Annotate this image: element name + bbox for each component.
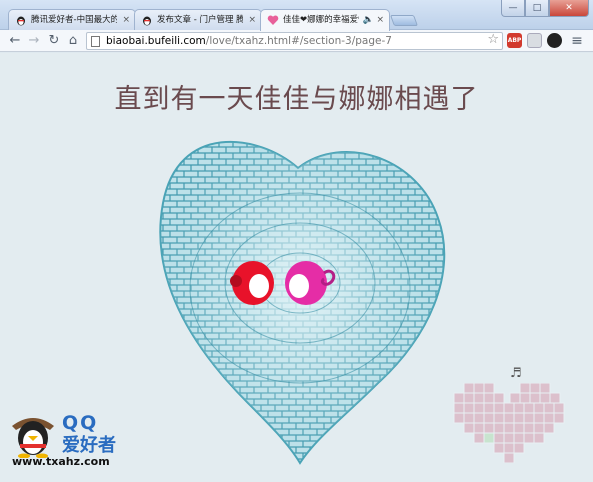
tab-love-story[interactable]: 佳佳❤娜娜的幸福爱情 🔈 ×: [260, 9, 390, 31]
window-close-button[interactable]: ✕: [549, 0, 589, 17]
url-host: biaobai.bufeili.com: [106, 35, 206, 47]
tab-label: 腾讯爱好者-中国最大的QQ: [31, 15, 117, 25]
maximize-button[interactable]: □: [525, 0, 549, 17]
home-button[interactable]: ⌂: [64, 32, 82, 50]
close-icon[interactable]: ×: [122, 10, 130, 30]
tab-txahz[interactable]: 腾讯爱好者-中国最大的QQ ×: [8, 9, 136, 30]
close-icon[interactable]: ×: [248, 10, 256, 30]
extension-icon[interactable]: [527, 33, 542, 48]
site-logo[interactable]: QQ 爱好者 www.txahz.com: [6, 412, 138, 478]
tab-label: 发布文章 - 门户管理 腾讯: [157, 15, 243, 25]
page-icon: [91, 36, 100, 47]
qq-penguin-icon: [143, 16, 151, 26]
audio-playing-icon[interactable]: 🔈: [363, 10, 374, 30]
page-content: 直到有一天佳佳与娜娜相遇了 ♬ QQ 爱好者 www.txahz.com: [0, 53, 593, 482]
forward-button[interactable]: →: [25, 32, 43, 50]
logo-name: 爱好者: [62, 435, 116, 456]
title-bar: 腾讯爱好者-中国最大的QQ × 发布文章 - 门户管理 腾讯 × 佳佳❤娜娜的幸…: [0, 0, 593, 31]
window-controls: — □ ✕: [501, 0, 589, 18]
bookmark-star-icon[interactable]: ☆: [487, 32, 499, 47]
music-note-icon[interactable]: ♬: [510, 366, 522, 381]
tab-label: 佳佳❤娜娜的幸福爱情: [283, 15, 359, 25]
adblock-plus-icon[interactable]: ABP: [507, 33, 522, 48]
back-button[interactable]: ←: [6, 32, 24, 50]
minimize-button[interactable]: —: [501, 0, 525, 17]
tab-publish-article[interactable]: 发布文章 - 门户管理 腾讯 ×: [134, 9, 262, 30]
menu-icon[interactable]: ≡: [568, 32, 586, 50]
penguin-mascot-icon: [12, 418, 54, 458]
heart-icon: [267, 15, 279, 25]
qq-penguin-icon: [17, 16, 25, 26]
address-bar[interactable]: biaobai.bufeili.com/love/txahz.html#/sec…: [86, 32, 503, 50]
mosaic-heart-illustration: [159, 140, 446, 465]
logo-url: www.txahz.com: [12, 455, 110, 468]
extension-round-icon[interactable]: [547, 33, 562, 48]
url-text: biaobai.bufeili.com/love/txahz.html#/sec…: [106, 35, 392, 47]
page-headline: 直到有一天佳佳与娜娜相遇了: [114, 84, 479, 115]
browser-toolbar: ← → ↻ ⌂ biaobai.bufeili.com/love/txahz.h…: [0, 30, 593, 52]
pixel-heart: [453, 383, 565, 463]
close-icon[interactable]: ×: [376, 10, 384, 30]
url-path: /love/txahz.html#/section-3/page-7: [205, 35, 392, 47]
reload-button[interactable]: ↻: [45, 32, 63, 50]
new-tab-button[interactable]: [389, 15, 419, 26]
